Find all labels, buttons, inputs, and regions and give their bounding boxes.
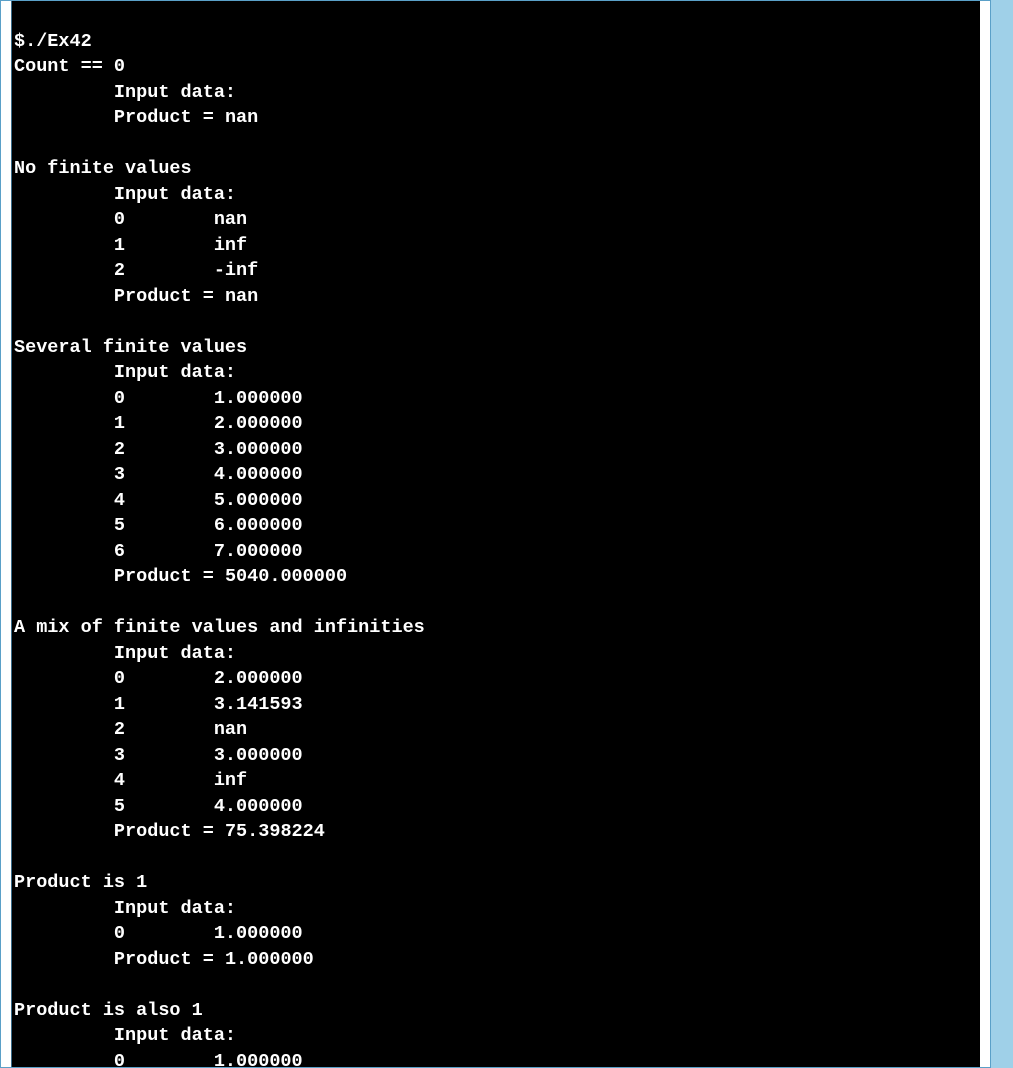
row-value: 5.000000 <box>214 490 303 511</box>
row-value: 1.000000 <box>214 1051 303 1068</box>
row-value: 1.000000 <box>214 388 303 409</box>
row-index: 1 <box>114 233 214 259</box>
product-line: Product = 1.000000 <box>14 947 980 973</box>
row-value: 1.000000 <box>214 923 303 944</box>
row-value: -inf <box>214 260 258 281</box>
content-panel: $./Ex42Count == 0Input data:Product = na… <box>0 0 991 1068</box>
data-row: 2-inf <box>14 258 980 284</box>
data-row: 12.000000 <box>14 411 980 437</box>
row-index: 1 <box>114 692 214 718</box>
row-index: 2 <box>114 717 214 743</box>
product-value: 1.000000 <box>225 949 314 970</box>
product-label: Product = <box>114 566 225 587</box>
data-row: 33.000000 <box>14 743 980 769</box>
input-data-header: Input data: <box>14 641 980 667</box>
data-row: 01.000000 <box>14 921 980 947</box>
product-label: Product = <box>114 821 225 842</box>
data-row: 02.000000 <box>14 666 980 692</box>
input-data-header: Input data: <box>14 80 980 106</box>
product-line: Product = nan <box>14 105 980 131</box>
row-index: 5 <box>114 513 214 539</box>
row-index: 5 <box>114 794 214 820</box>
row-index: 0 <box>114 207 214 233</box>
product-value: 75.398224 <box>225 821 325 842</box>
product-line: Product = nan <box>14 284 980 310</box>
block-title: Product is 1 <box>14 870 980 896</box>
input-data-header: Input data: <box>14 1023 980 1049</box>
input-data-header: Input data: <box>14 182 980 208</box>
data-row: 13.141593 <box>14 692 980 718</box>
row-index: 0 <box>114 386 214 412</box>
product-value: nan <box>225 107 258 128</box>
data-row: 01.000000 <box>14 1049 980 1068</box>
data-row: 0nan <box>14 207 980 233</box>
row-value: 4.000000 <box>214 796 303 817</box>
block-title: No finite values <box>14 156 980 182</box>
row-index: 0 <box>114 921 214 947</box>
row-index: 0 <box>114 666 214 692</box>
row-index: 6 <box>114 539 214 565</box>
row-value: inf <box>214 235 247 256</box>
block-title: A mix of finite values and infinities <box>14 615 980 641</box>
data-row: 1inf <box>14 233 980 259</box>
block-title: Count == 0 <box>14 54 980 80</box>
blank-line <box>14 131 980 157</box>
product-label: Product = <box>114 286 225 307</box>
row-value: 6.000000 <box>214 515 303 536</box>
input-data-header: Input data: <box>14 360 980 386</box>
data-row: 45.000000 <box>14 488 980 514</box>
command-line: $./Ex42 <box>14 29 980 55</box>
data-row: 01.000000 <box>14 386 980 412</box>
blank-line <box>14 309 980 335</box>
product-value: nan <box>225 286 258 307</box>
block-title: Several finite values <box>14 335 980 361</box>
data-row: 2nan <box>14 717 980 743</box>
row-index: 0 <box>114 1049 214 1068</box>
row-value: 3.000000 <box>214 745 303 766</box>
data-row: 4inf <box>14 768 980 794</box>
terminal-output[interactable]: $./Ex42Count == 0Input data:Product = na… <box>11 1 980 1067</box>
row-value: 2.000000 <box>214 668 303 689</box>
row-value: nan <box>214 719 247 740</box>
product-line: Product = 5040.000000 <box>14 564 980 590</box>
row-value: 4.000000 <box>214 464 303 485</box>
row-value: 7.000000 <box>214 541 303 562</box>
row-index: 4 <box>114 768 214 794</box>
product-label: Product = <box>114 107 225 128</box>
row-value: 2.000000 <box>214 413 303 434</box>
row-index: 4 <box>114 488 214 514</box>
row-index: 3 <box>114 743 214 769</box>
data-row: 23.000000 <box>14 437 980 463</box>
blank-line <box>14 845 980 871</box>
input-data-header: Input data: <box>14 896 980 922</box>
blank-line <box>14 972 980 998</box>
block-title: Product is also 1 <box>14 998 980 1024</box>
row-value: inf <box>214 770 247 791</box>
product-label: Product = <box>114 949 225 970</box>
data-row: 67.000000 <box>14 539 980 565</box>
row-index: 2 <box>114 258 214 284</box>
page-background: $./Ex42Count == 0Input data:Product = na… <box>0 0 1013 1068</box>
product-line: Product = 75.398224 <box>14 819 980 845</box>
data-row: 56.000000 <box>14 513 980 539</box>
row-index: 3 <box>114 462 214 488</box>
data-row: 34.000000 <box>14 462 980 488</box>
row-index: 2 <box>114 437 214 463</box>
blank-line <box>14 590 980 616</box>
row-value: 3.141593 <box>214 694 303 715</box>
data-row: 54.000000 <box>14 794 980 820</box>
row-value: 3.000000 <box>214 439 303 460</box>
product-value: 5040.000000 <box>225 566 347 587</box>
row-value: nan <box>214 209 247 230</box>
row-index: 1 <box>114 411 214 437</box>
